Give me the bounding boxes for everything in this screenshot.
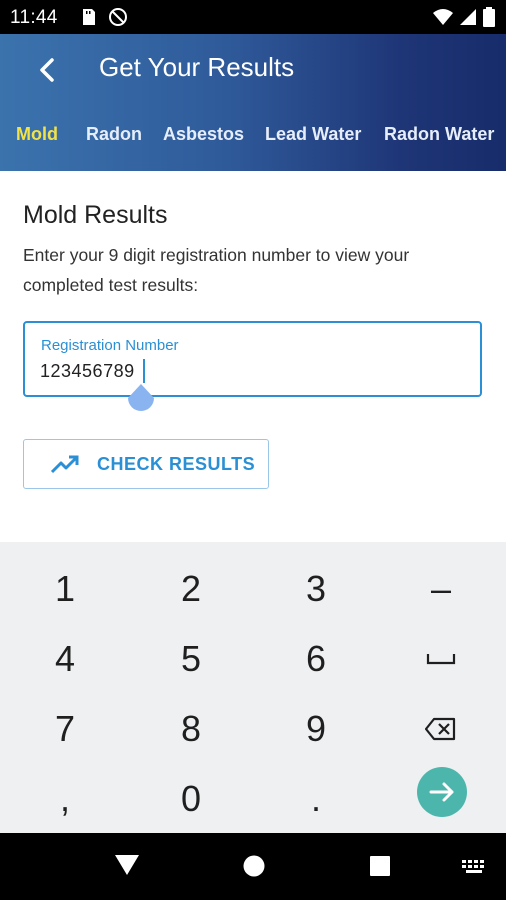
back-button[interactable] [30, 52, 66, 88]
key-minus[interactable]: – [378, 554, 504, 624]
key-0[interactable]: 0 [128, 764, 254, 834]
key-4[interactable]: 4 [2, 624, 128, 694]
tab-radon[interactable]: Radon [86, 124, 142, 145]
trending-up-icon [50, 455, 79, 474]
page-title: Get Your Results [99, 52, 295, 82]
registration-number-input[interactable]: 123456789 [40, 361, 135, 382]
keyboard-icon[interactable] [461, 858, 489, 876]
status-bar: 11:44 [0, 0, 506, 34]
status-time: 11:44 [10, 7, 58, 28]
check-results-label: CHECK RESULTS [97, 454, 256, 474]
battery-icon [483, 7, 495, 27]
key-7[interactable]: 7 [2, 694, 128, 764]
key-5[interactable]: 5 [128, 624, 254, 694]
app-header: Get Your Results Mold Radon Asbestos Lea… [0, 34, 506, 171]
arrow-right-icon [429, 782, 454, 802]
back-triangle-icon[interactable] [114, 853, 140, 877]
registration-number-field[interactable]: Registration Number 123456789 [23, 321, 482, 397]
key-2[interactable]: 2 [128, 554, 254, 624]
wifi-icon [433, 9, 453, 25]
recents-square-icon[interactable] [369, 855, 391, 877]
key-6[interactable]: 6 [253, 624, 379, 694]
key-9[interactable]: 9 [253, 694, 379, 764]
dnd-icon [109, 8, 127, 26]
system-nav-bar [0, 833, 506, 900]
key-backspace[interactable] [378, 694, 504, 764]
tab-lead-water[interactable]: Lead Water [265, 124, 361, 145]
enter-key[interactable] [417, 767, 467, 817]
check-results-button[interactable]: CHECK RESULTS [23, 439, 269, 489]
key-1[interactable]: 1 [2, 554, 128, 624]
text-caret [143, 359, 145, 383]
space-icon [426, 654, 456, 665]
registration-number-label: Registration Number [41, 337, 179, 354]
key-8[interactable]: 8 [128, 694, 254, 764]
key-period[interactable]: . [253, 764, 379, 834]
tab-asbestos[interactable]: Asbestos [163, 124, 244, 145]
caret-handle-icon[interactable] [127, 384, 155, 416]
backspace-icon [425, 717, 456, 741]
key-3[interactable]: 3 [253, 554, 379, 624]
tab-mold[interactable]: Mold [16, 124, 58, 145]
sd-card-icon [83, 9, 95, 25]
key-comma[interactable]: , [2, 764, 128, 834]
signal-icon [460, 9, 476, 25]
numeric-keyboard: 1 2 3 – 4 5 6 7 8 9 , 0 . [0, 542, 506, 833]
instructions-text: Enter your 9 digit registration number t… [23, 245, 410, 295]
home-circle-icon[interactable] [242, 854, 266, 878]
results-tabs: Mold Radon Asbestos Lead Water Radon Wat… [0, 124, 506, 154]
key-space[interactable] [378, 624, 504, 694]
section-title: Mold Results [23, 201, 168, 229]
tab-radon-water[interactable]: Radon Water [384, 124, 494, 145]
